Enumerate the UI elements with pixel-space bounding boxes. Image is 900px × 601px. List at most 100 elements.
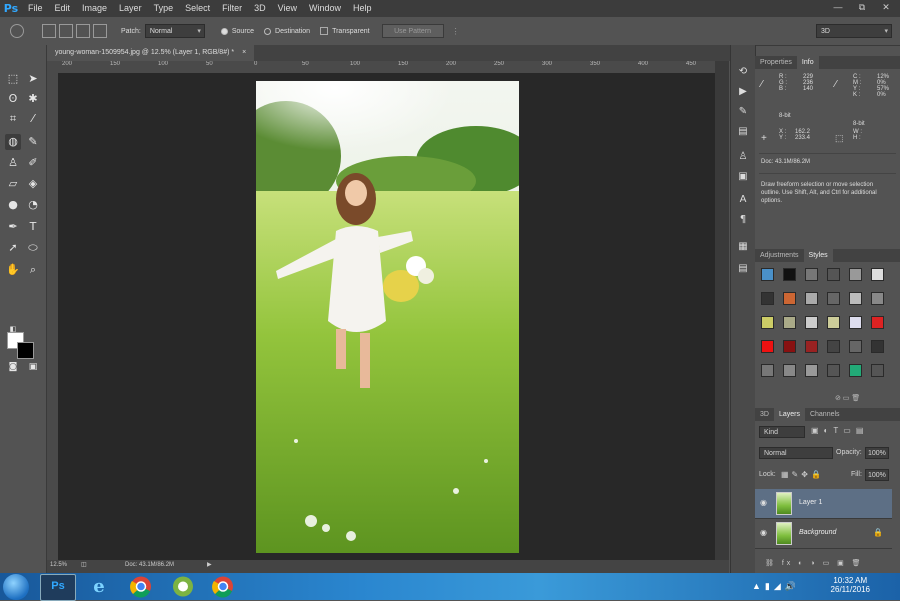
- visibility-eye-icon[interactable]: ◉: [760, 498, 767, 507]
- path-selection-tool-icon[interactable]: ➚: [5, 240, 21, 256]
- swatches-panel-icon[interactable]: ▦: [736, 240, 750, 254]
- crop-tool-icon[interactable]: ⌗: [5, 111, 21, 127]
- paragraph-panel-icon[interactable]: ¶: [736, 213, 750, 227]
- hand-tool-icon[interactable]: ✋: [5, 262, 21, 278]
- style-swatch[interactable]: [827, 364, 840, 377]
- tab-info[interactable]: Info: [796, 56, 819, 69]
- styles-footer-icons[interactable]: ⊘ ▭ 🗑: [835, 394, 860, 402]
- quick-mask-icon[interactable]: ◙: [5, 359, 21, 375]
- tab-styles[interactable]: Styles: [803, 249, 833, 262]
- internet-explorer-icon[interactable]: e: [82, 574, 116, 599]
- style-swatch[interactable]: [849, 316, 862, 329]
- menu-image[interactable]: Image: [76, 0, 113, 17]
- new-selection-icon[interactable]: [42, 24, 56, 38]
- start-button-icon[interactable]: [3, 574, 29, 600]
- style-swatch[interactable]: [805, 316, 818, 329]
- style-swatch[interactable]: [849, 268, 862, 281]
- lasso-tool-icon[interactable]: ʘ: [5, 91, 21, 107]
- close-button[interactable]: ✕: [878, 0, 894, 14]
- history-brush-tool-icon[interactable]: ✐: [25, 155, 41, 171]
- blend-mode-select[interactable]: Normal: [759, 447, 833, 459]
- app-icon[interactable]: [166, 574, 200, 599]
- blur-tool-icon[interactable]: ●: [5, 197, 21, 213]
- layers-footer-icons[interactable]: ⛓ fx ◐ ◑ ▭ ▣ 🗑: [765, 559, 864, 567]
- style-swatch[interactable]: [805, 292, 818, 305]
- style-swatch[interactable]: [783, 292, 796, 305]
- style-swatch[interactable]: [783, 316, 796, 329]
- menu-help[interactable]: Help: [347, 0, 378, 17]
- tab-properties[interactable]: Properties: [755, 56, 797, 69]
- close-document-icon[interactable]: ×: [242, 49, 246, 56]
- style-swatch[interactable]: [871, 268, 884, 281]
- clock[interactable]: 10:32 AM 26/11/2016: [831, 576, 870, 594]
- menu-file[interactable]: File: [22, 0, 49, 17]
- menu-3d[interactable]: 3D: [248, 0, 272, 17]
- character-panel-icon[interactable]: A: [736, 193, 750, 207]
- style-swatch[interactable]: [761, 340, 774, 353]
- lock-icons[interactable]: ▦✎✥🔒: [781, 470, 824, 479]
- style-swatch[interactable]: [849, 364, 862, 377]
- background-color-swatch[interactable]: [17, 342, 34, 359]
- document-image[interactable]: [256, 81, 519, 553]
- menu-filter[interactable]: Filter: [216, 0, 248, 17]
- style-swatch[interactable]: [805, 340, 818, 353]
- screen-mode-icon[interactable]: ▣: [25, 359, 41, 375]
- style-swatch[interactable]: [761, 292, 774, 305]
- notes-panel-icon[interactable]: ▤: [736, 262, 750, 276]
- transparent-checkbox[interactable]: [320, 27, 329, 35]
- layer-kind-filter[interactable]: Kind: [759, 426, 805, 438]
- zoom-tool-icon[interactable]: ⌕: [25, 262, 41, 278]
- style-swatch[interactable]: [827, 292, 840, 305]
- tab-adjustments[interactable]: Adjustments: [755, 249, 804, 262]
- brush-presets-icon[interactable]: ▤: [736, 125, 750, 139]
- patch-mode-select[interactable]: Normal: [144, 24, 205, 39]
- style-swatch[interactable]: [761, 316, 774, 329]
- layer-filter-icons[interactable]: ▣◐T▭▤: [811, 426, 868, 435]
- style-swatch[interactable]: [783, 364, 796, 377]
- destination-radio[interactable]: [264, 27, 272, 35]
- style-swatch[interactable]: [871, 340, 884, 353]
- layer-row-background[interactable]: ◉ Background 🔒: [755, 519, 892, 549]
- style-swatch[interactable]: [805, 268, 818, 281]
- fill-input[interactable]: 100%: [865, 469, 889, 481]
- style-swatch[interactable]: [761, 364, 774, 377]
- style-swatch[interactable]: [827, 268, 840, 281]
- style-swatch[interactable]: [849, 292, 862, 305]
- tool-presets-icon[interactable]: ▣: [736, 170, 750, 184]
- style-swatch[interactable]: [761, 268, 774, 281]
- chrome-icon-2[interactable]: [206, 574, 240, 599]
- dodge-tool-icon[interactable]: ◔: [25, 197, 41, 213]
- subtract-selection-icon[interactable]: [76, 24, 90, 38]
- type-tool-icon[interactable]: T: [25, 219, 41, 235]
- document-tab[interactable]: young-woman-1509954.jpg @ 12.5% (Layer 1…: [47, 45, 255, 61]
- clone-stamp-tool-icon[interactable]: ♙: [5, 155, 21, 171]
- shape-tool-icon[interactable]: ⬭: [25, 240, 41, 256]
- layer-row-layer-1[interactable]: ◉ Layer 1: [755, 489, 892, 519]
- patch-tool-preset-icon[interactable]: [10, 24, 24, 38]
- workspace-select[interactable]: 3D: [816, 24, 892, 39]
- style-swatch[interactable]: [871, 364, 884, 377]
- use-pattern-button[interactable]: Use Pattern: [381, 24, 444, 38]
- status-share-icon[interactable]: ◫: [81, 561, 87, 568]
- menu-layer[interactable]: Layer: [113, 0, 148, 17]
- style-swatch[interactable]: [805, 364, 818, 377]
- marquee-tool-icon[interactable]: ⬚: [5, 71, 21, 87]
- menu-type[interactable]: Type: [148, 0, 180, 17]
- chrome-icon[interactable]: [124, 574, 158, 599]
- clone-source-icon[interactable]: ♙: [736, 150, 750, 164]
- status-menu-arrow-icon[interactable]: ▶: [207, 561, 212, 568]
- move-tool-icon[interactable]: ➤: [25, 71, 41, 87]
- zoom-level[interactable]: 12.5%: [50, 562, 67, 568]
- default-colors-icon[interactable]: ◧: [5, 321, 21, 337]
- paint-bucket-tool-icon[interactable]: ◈: [25, 176, 41, 192]
- eraser-tool-icon[interactable]: ▱: [5, 176, 21, 192]
- opacity-input[interactable]: 100%: [865, 447, 889, 459]
- pen-tool-icon[interactable]: ✒: [5, 219, 21, 235]
- menu-select[interactable]: Select: [179, 0, 216, 17]
- minimize-button[interactable]: —: [830, 0, 846, 14]
- style-swatch[interactable]: [827, 340, 840, 353]
- tab-channels[interactable]: Channels: [805, 408, 845, 421]
- vertical-scrollbar[interactable]: [715, 61, 729, 560]
- style-swatch[interactable]: [871, 292, 884, 305]
- photoshop-taskbar-icon[interactable]: Ps: [40, 574, 76, 601]
